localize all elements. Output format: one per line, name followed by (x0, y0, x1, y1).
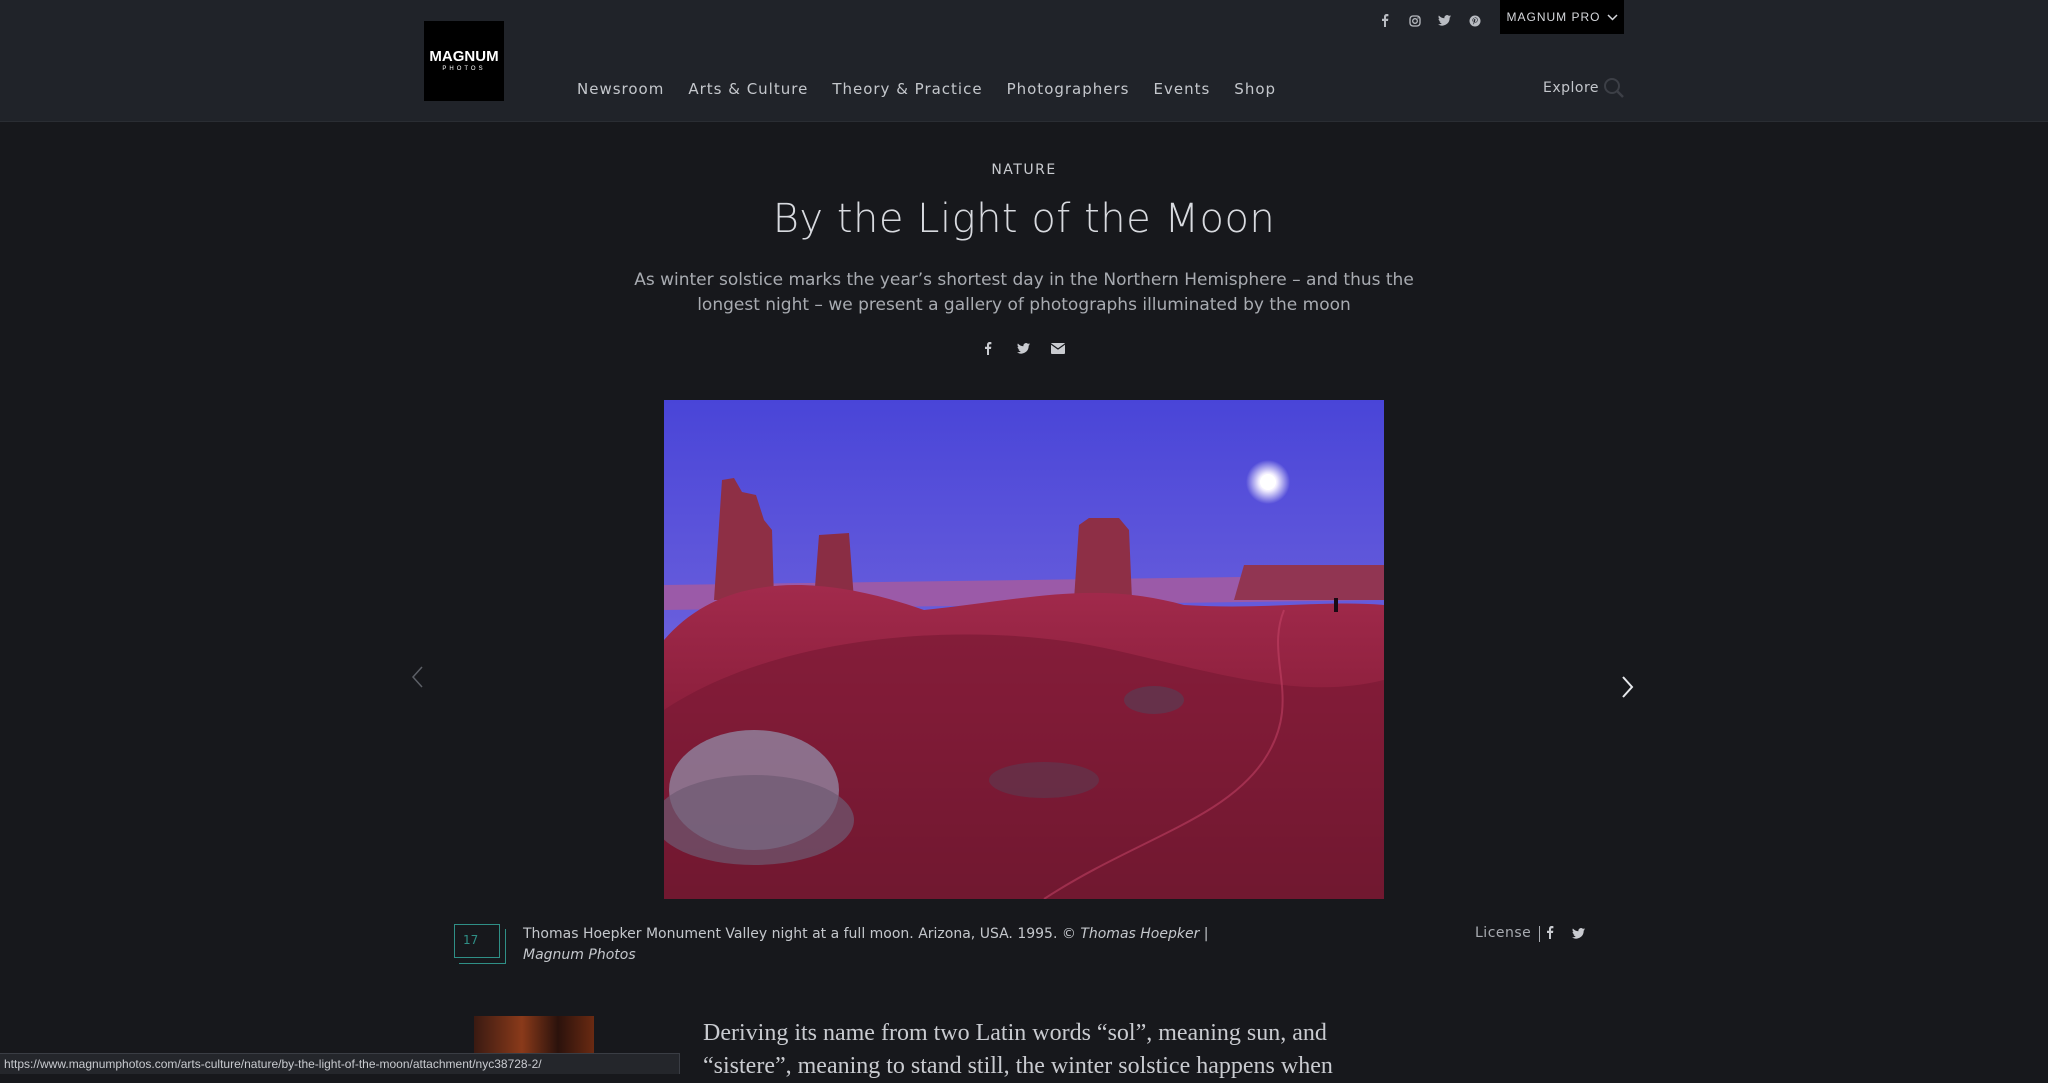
browser-status-bar: https://www.magnumphotos.com/arts-cultur… (0, 1053, 680, 1074)
main-nav: Newsroom Arts & Culture Theory & Practic… (577, 80, 1300, 98)
gallery-next-arrow[interactable] (1621, 675, 1635, 704)
article-intro: Deriving its name from two Latin words “… (703, 1020, 1333, 1079)
chevron-down-icon (1606, 10, 1618, 24)
magnum-pro-label: MAGNUM PRO (1506, 10, 1601, 24)
gallery-count-badge: 17 (454, 924, 506, 964)
article-subtitle: As winter solstice marks the year’s shor… (634, 270, 1414, 315)
article-share-links (980, 340, 1066, 356)
twitter-icon[interactable] (1015, 340, 1031, 356)
header-social-links (1376, 12, 1483, 29)
magnum-pro-dropdown[interactable]: MAGNUM PRO (1500, 0, 1624, 34)
nav-shop[interactable]: Shop (1234, 80, 1276, 98)
email-icon[interactable] (1050, 340, 1066, 356)
pinterest-icon[interactable] (1466, 12, 1483, 29)
facebook-icon[interactable] (1376, 12, 1393, 29)
page-title: By the Light of the Moon (772, 196, 1276, 242)
instagram-icon[interactable] (1406, 12, 1423, 29)
nav-arts-culture[interactable]: Arts & Culture (688, 80, 808, 98)
facebook-icon[interactable] (1546, 926, 1554, 944)
article-category[interactable]: NATURE (0, 162, 2048, 178)
nav-photographers[interactable]: Photographers (1007, 80, 1130, 98)
gallery-photo[interactable] (664, 400, 1384, 899)
site-header: MAGNUM PHOTOS MAGNUM PRO Newsroom Arts &… (0, 0, 2048, 122)
nav-theory-practice[interactable]: Theory & Practice (832, 80, 982, 98)
nav-events[interactable]: Events (1154, 80, 1211, 98)
search-icon[interactable] (1603, 77, 1625, 104)
license-divider (1539, 926, 1540, 942)
caption-text: Thomas Hoepker Monument Valley night at … (523, 926, 1081, 942)
logo-subtext: PHOTOS (442, 66, 486, 72)
license-link[interactable]: License (1475, 925, 1531, 941)
photo-caption: Thomas Hoepker Monument Valley night at … (523, 924, 1223, 966)
nav-newsroom[interactable]: Newsroom (577, 80, 664, 98)
twitter-icon[interactable] (1572, 926, 1585, 944)
facebook-icon[interactable] (980, 340, 996, 356)
gallery-count: 17 (463, 933, 479, 947)
explore-link[interactable]: Explore (1543, 80, 1599, 96)
gallery-prev-arrow[interactable] (410, 665, 424, 694)
logo-wordmark: MAGNUM (429, 48, 499, 65)
twitter-icon[interactable] (1436, 12, 1453, 29)
magnum-logo[interactable]: MAGNUM PHOTOS (424, 21, 504, 101)
